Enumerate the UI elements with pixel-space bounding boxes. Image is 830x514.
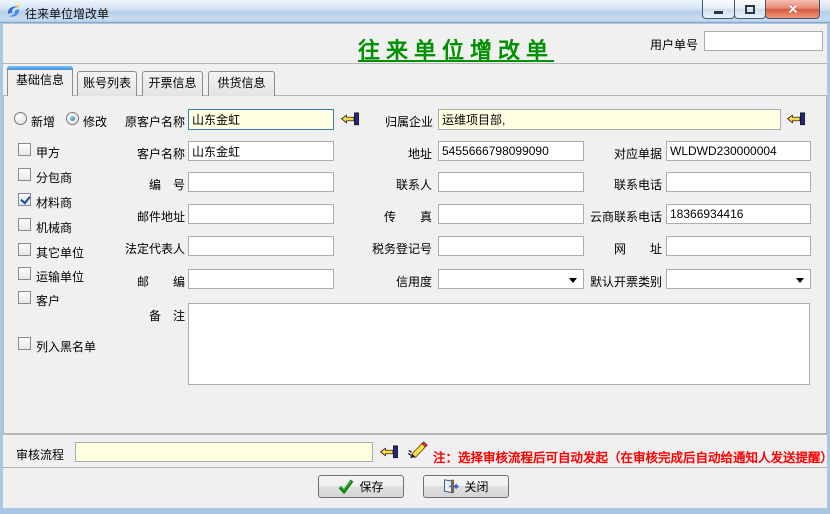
code-input[interactable] (188, 172, 334, 192)
email-input[interactable] (188, 204, 334, 224)
tab-label: 供货信息 (217, 76, 265, 90)
credit-select[interactable] (438, 269, 584, 289)
exit-door-icon (443, 479, 459, 494)
radio-new-label: 新增 (31, 113, 55, 130)
belong-lookup-hand-icon[interactable] (787, 112, 805, 126)
checkbox-other-unit-label: 其它单位 (36, 244, 84, 261)
doc-no-label: 对应单据 (612, 145, 662, 162)
radio-modify-label: 修改 (83, 113, 107, 130)
postcode-label: 邮 编 (137, 273, 185, 290)
contact-label: 联系人 (395, 176, 432, 193)
orig-name-lookup-hand-icon[interactable] (341, 112, 359, 126)
close-button[interactable] (765, 0, 820, 19)
audit-note-text: 注：选择审核流程后可自动发起（在审核完成后自动给通知人发送提醒） (433, 447, 830, 466)
tab-label: 开票信息 (148, 76, 196, 90)
minimize-button[interactable] (702, 0, 735, 19)
address-label: 地址 (403, 145, 432, 162)
green-check-icon (338, 479, 354, 494)
tab-supply-info[interactable]: 供货信息 (208, 71, 275, 96)
tab-label: 账号列表 (83, 76, 131, 90)
checkbox-blacklist-label: 列入黑名单 (36, 338, 96, 355)
audit-lookup-hand-icon[interactable] (380, 445, 398, 459)
titlebar[interactable]: 往来单位增改单 (0, 0, 830, 23)
checkbox-first-party-label: 甲方 (36, 144, 60, 161)
orig-name-label: 原客户名称 (123, 113, 185, 130)
tab-label: 基础信息 (16, 73, 64, 87)
postcode-input[interactable] (188, 269, 334, 289)
checkbox-blacklist[interactable] (18, 337, 31, 350)
maximize-button[interactable] (734, 0, 766, 19)
contact-input[interactable] (438, 172, 584, 192)
fax-input[interactable] (438, 204, 584, 224)
checkbox-machinery-supplier[interactable] (18, 218, 31, 231)
checkbox-machinery-supplier-label: 机械商 (36, 219, 72, 236)
remark-textarea[interactable] (188, 303, 810, 385)
close-icon (787, 3, 799, 15)
fax-label: 传 真 (384, 208, 432, 225)
maximize-icon (745, 5, 755, 14)
audit-flow-label: 审核流程 (16, 446, 64, 463)
close-dialog-button-label: 关闭 (464, 478, 488, 495)
radio-new[interactable] (14, 112, 27, 125)
cust-name-input[interactable] (188, 141, 334, 161)
credit-label: 信用度 (395, 273, 432, 290)
radio-modify[interactable] (66, 112, 79, 125)
cloud-tel-input[interactable] (666, 204, 811, 224)
tax-no-input[interactable] (438, 236, 584, 256)
website-input[interactable] (666, 236, 811, 256)
cloud-tel-label: 云商联系电话 (588, 208, 662, 225)
checkbox-transport-unit[interactable] (18, 267, 31, 280)
tax-no-label: 税务登记号 (370, 240, 432, 257)
invoice-type-select[interactable] (666, 269, 811, 289)
tab-basic-info[interactable]: 基础信息 (7, 66, 73, 96)
legal-rep-input[interactable] (188, 236, 334, 256)
checkbox-subcontractor-label: 分包商 (36, 169, 72, 186)
save-button[interactable]: 保存 (318, 475, 404, 498)
legal-rep-label: 法定代表人 (123, 240, 185, 257)
remark-label: 备 注 (146, 307, 185, 324)
minimize-icon (714, 11, 723, 14)
dialog-window: 往来单位增改单 往来单位增改单 用户单号 基础信息 账号列表 开票信息 供货信息… (0, 0, 830, 514)
email-label: 邮件地址 (135, 208, 185, 225)
checkbox-customer[interactable] (18, 291, 31, 304)
page-title: 往来单位增改单 (358, 33, 554, 65)
checkbox-material-supplier[interactable] (18, 193, 31, 206)
invoice-type-label: 默认开票类别 (588, 273, 662, 290)
address-input[interactable] (438, 141, 584, 161)
code-label: 编 号 (135, 176, 185, 193)
checkbox-first-party[interactable] (18, 143, 31, 156)
tab-invoice-info[interactable]: 开票信息 (142, 71, 203, 96)
contact-tel-label: 联系电话 (612, 176, 662, 193)
checkbox-transport-unit-label: 运输单位 (36, 268, 84, 285)
tab-account-list[interactable]: 账号列表 (77, 71, 137, 96)
close-dialog-button[interactable]: 关闭 (423, 475, 509, 498)
checkbox-other-unit[interactable] (18, 243, 31, 256)
orig-name-input[interactable] (188, 109, 334, 130)
belong-input[interactable] (438, 109, 781, 130)
user-no-label: 用户单号 (648, 36, 698, 53)
belong-label: 归属企业 (385, 113, 432, 130)
window-title: 往来单位增改单 (25, 5, 109, 22)
app-swirl-icon (6, 4, 21, 19)
save-button-label: 保存 (359, 478, 383, 495)
contact-tel-input[interactable] (666, 172, 811, 192)
checkbox-customer-label: 客户 (36, 292, 60, 309)
website-label: 网 址 (614, 240, 662, 257)
checkbox-material-supplier-label: 材料商 (36, 194, 72, 211)
cust-name-label: 客户名称 (135, 145, 185, 162)
doc-no-input[interactable] (666, 141, 811, 161)
sign-pen-icon[interactable] (408, 441, 429, 459)
checkbox-subcontractor[interactable] (18, 168, 31, 181)
user-no-input[interactable] (704, 31, 823, 51)
audit-flow-input[interactable] (75, 442, 373, 462)
